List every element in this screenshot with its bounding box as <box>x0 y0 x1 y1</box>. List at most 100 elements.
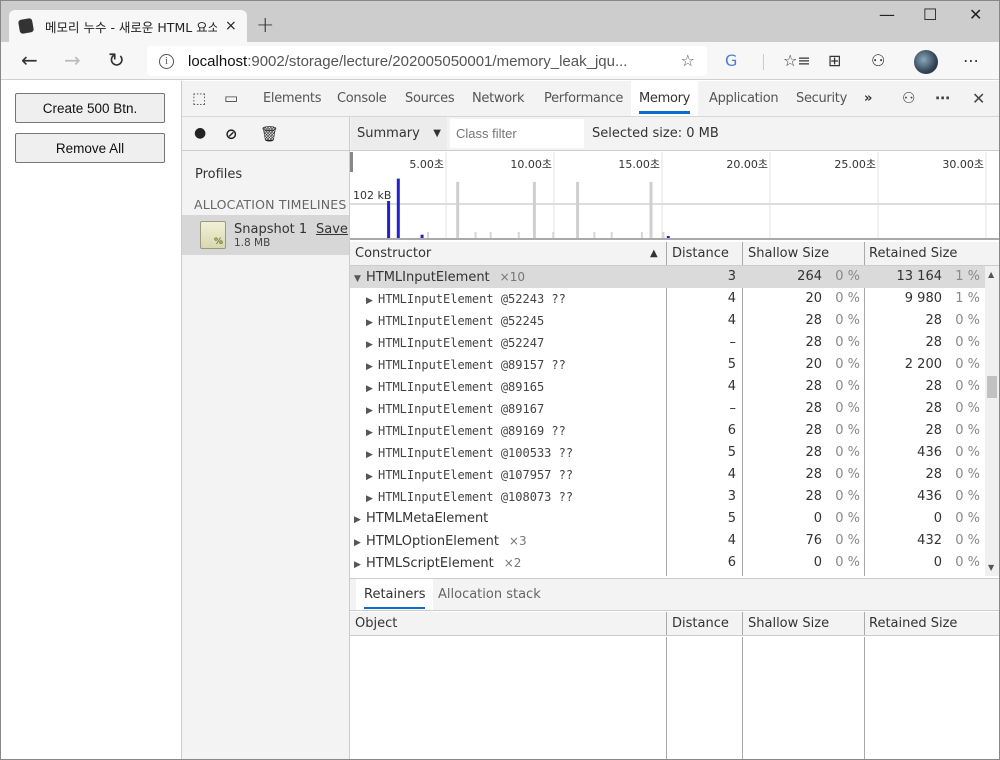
collapsed-triangle-icon[interactable]: ▶ <box>366 378 375 400</box>
shallow-percent-cell: 0 % <box>835 555 860 570</box>
collections-icon[interactable]: ⊞ <box>828 51 841 70</box>
shallow-percent-cell: 0 % <box>835 335 860 350</box>
table-row[interactable]: ▶ HTMLInputElement @52243 ?? 4 20 0 % 9 980 1 … <box>350 288 985 310</box>
table-row[interactable]: ▶ HTMLInputElement @89157 ?? 5 20 0 % 2 200 0 … <box>350 354 985 376</box>
address-bar[interactable]: i localhost:9002/storage/lecture/2020050… <box>147 46 707 76</box>
shallow-size-cell: 28 <box>805 401 822 416</box>
info-icon[interactable]: i <box>159 53 174 69</box>
range-handle[interactable] <box>350 152 353 172</box>
tab-memory[interactable]: Memory <box>631 81 699 116</box>
collect-garbage-icon[interactable]: 🗑 <box>260 125 279 143</box>
header-distance[interactable]: Distance <box>672 242 729 266</box>
profile-avatar[interactable] <box>914 50 938 74</box>
table-row[interactable]: ▶ HTMLInputElement @52245 4 28 0 % 28 0 % <box>350 310 985 332</box>
tab-performance[interactable]: Performance <box>544 81 623 116</box>
table-row[interactable]: ▶ HTMLInputElement @107957 ?? 4 28 0 % 28 0 % <box>350 464 985 486</box>
device-toolbar-icon[interactable]: ▭ <box>224 89 238 107</box>
retained-size-cell: 2 200 <box>904 357 942 372</box>
collapsed-triangle-icon[interactable]: ▶ <box>354 554 363 576</box>
table-row[interactable]: ▶ HTMLInputElement @89165 4 28 0 % 28 0 % <box>350 376 985 398</box>
distance-cell: 5 <box>727 445 736 460</box>
tab-application[interactable]: Application <box>709 81 779 116</box>
maximize-button[interactable]: ☐ <box>923 5 937 24</box>
back-button[interactable]: ← <box>21 48 38 72</box>
scroll-down-icon[interactable]: ▼ <box>988 563 994 572</box>
save-link[interactable]: Save <box>316 222 348 237</box>
scroll-up-icon[interactable]: ▲ <box>988 270 994 279</box>
allocation-bar <box>593 232 596 238</box>
more-tabs-button[interactable]: » <box>864 81 872 116</box>
header-retained-size[interactable]: Retained Size <box>869 612 957 636</box>
collapsed-triangle-icon[interactable]: ▶ <box>366 422 375 444</box>
feedback-icon[interactable]: ⚇ <box>871 51 885 70</box>
table-row[interactable]: ▶ HTMLScriptElement ×2 6 0 0 % 0 0 % <box>350 552 985 574</box>
collapsed-triangle-icon[interactable]: ▶ <box>366 356 375 378</box>
collapsed-triangle-icon[interactable]: ▶ <box>366 466 375 488</box>
constructor-name: HTMLInputElement @107957 ?? <box>378 468 574 482</box>
tab-allocation-stack[interactable]: Allocation stack <box>438 579 541 610</box>
header-shallow-size[interactable]: Shallow Size <box>748 612 829 636</box>
header-distance[interactable]: Distance <box>672 612 729 636</box>
table-row[interactable]: ▶ HTMLInputElement @100533 ?? 5 28 0 % 436 0 % <box>350 442 985 464</box>
allocation-bar <box>456 181 460 238</box>
allocation-overview[interactable]: 5.00초 10.00초 15.00초 20.00초 25.00초 30.00초 102 k… <box>350 152 999 240</box>
remove-all-button[interactable]: Remove All <box>15 133 165 163</box>
translate-icon[interactable]: G <box>725 51 737 70</box>
collapsed-triangle-icon[interactable]: ▶ <box>366 290 375 312</box>
inspect-element-icon[interactable]: ⬚ <box>192 89 206 107</box>
minimize-button[interactable]: — <box>879 5 895 24</box>
header-shallow-size[interactable]: Shallow Size <box>748 242 829 266</box>
favorite-star-icon[interactable]: ☆ <box>681 51 695 70</box>
tab-elements[interactable]: Elements <box>263 81 322 116</box>
new-tab-button[interactable]: + <box>256 13 274 38</box>
browser-tab[interactable]: 메모리 누수 - 새로운 HTML 요소 × <box>9 10 247 42</box>
grid-scrollbar[interactable]: ▲ ▼ <box>985 266 999 576</box>
table-row[interactable]: ▶ HTMLInputElement @89167 – 28 0 % 28 0 % <box>350 398 985 420</box>
close-window-button[interactable]: ✕ <box>969 5 982 24</box>
sort-ascending-icon[interactable]: ▲ <box>650 242 658 266</box>
table-row[interactable]: ▶ HTMLInputElement @52247 – 28 0 % 28 0 % <box>350 332 985 354</box>
retained-percent-cell: 0 % <box>955 423 980 438</box>
constructor-name: HTMLInputElement @52245 <box>378 314 545 328</box>
more-icon[interactable]: ⋯ <box>963 51 979 70</box>
collapsed-triangle-icon[interactable]: ▶ <box>366 488 375 510</box>
instance-count: ×2 <box>503 556 522 570</box>
header-constructor[interactable]: Constructor <box>355 242 431 266</box>
favorites-list-icon[interactable]: ☆≡ <box>783 51 811 70</box>
snapshot-item[interactable]: Snapshot 1 1.8 MB Save <box>182 215 349 255</box>
view-select[interactable]: Summary ▼ <box>351 117 447 150</box>
collapsed-triangle-icon[interactable]: ▶ <box>366 312 375 334</box>
collapsed-triangle-icon[interactable]: ▶ <box>366 334 375 356</box>
tab-network[interactable]: Network <box>472 81 524 116</box>
table-row[interactable]: ▶ HTMLOptionElement ×3 4 76 0 % 432 0 % <box>350 530 985 552</box>
devtools-menu-button[interactable]: ⋯ <box>935 89 950 107</box>
class-filter-input[interactable] <box>450 119 584 148</box>
collapsed-triangle-icon[interactable]: ▶ <box>354 509 363 531</box>
collapsed-triangle-icon[interactable]: ▶ <box>366 444 375 466</box>
header-object[interactable]: Object <box>355 612 397 636</box>
tab-sources[interactable]: Sources <box>405 81 455 116</box>
collapsed-triangle-icon[interactable]: ▶ <box>366 400 375 422</box>
table-row[interactable]: ▶ HTMLInputElement @108073 ?? 3 28 0 % 436 0 % <box>350 486 985 508</box>
table-row[interactable]: ▶ HTMLMetaElement 5 0 0 % 0 0 % <box>350 508 985 530</box>
expanded-triangle-icon[interactable]: ▼ <box>354 268 363 290</box>
devtools-close-button[interactable]: ✕ <box>972 89 985 108</box>
table-row[interactable]: ▼ HTMLInputElement ×10 3 264 0 % 13 164 1 % <box>350 266 985 288</box>
scrollbar-thumb[interactable] <box>987 376 997 398</box>
navigation-bar: ← → ↻ i localhost:9002/storage/lecture/2… <box>1 42 999 80</box>
header-retained-size[interactable]: Retained Size <box>869 242 957 266</box>
tab-close-icon[interactable]: × <box>225 18 237 34</box>
record-icon[interactable]: ● <box>194 125 206 141</box>
feedback-icon[interactable]: ⚇ <box>902 89 915 107</box>
table-row[interactable]: ▶ HTMLInputElement @89169 ?? 6 28 0 % 28 0 % <box>350 420 985 442</box>
retained-size-cell: 0 <box>933 511 942 526</box>
tab-console[interactable]: Console <box>337 81 387 116</box>
forward-button[interactable]: → <box>64 48 81 72</box>
tab-security[interactable]: Security <box>796 81 847 116</box>
collapsed-triangle-icon[interactable]: ▶ <box>354 532 363 554</box>
clear-icon[interactable]: ⊘ <box>225 125 238 143</box>
time-tick-label: 20.00초 <box>726 158 768 171</box>
create-500-button[interactable]: Create 500 Btn. <box>15 93 165 123</box>
refresh-button[interactable]: ↻ <box>108 48 125 72</box>
tab-retainers[interactable]: Retainers <box>356 579 434 610</box>
